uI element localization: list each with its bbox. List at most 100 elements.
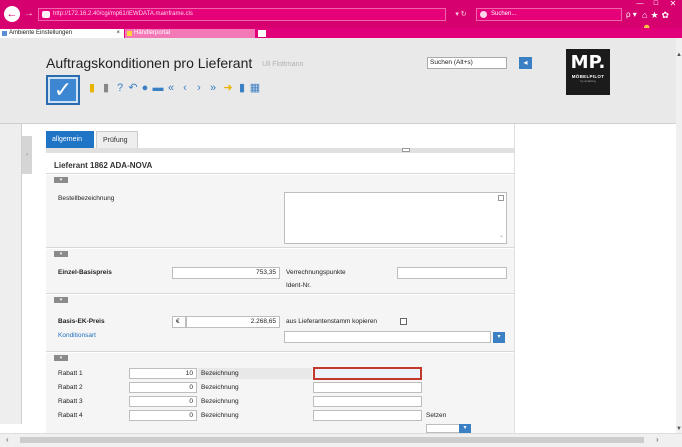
document-icon[interactable]: ▮ — [236, 81, 248, 95]
aus-lieferantenstamm-label: aus Lieferantenstamm kopieren — [286, 318, 378, 325]
home-icon[interactable]: ⌂ — [642, 10, 647, 20]
rabatt-4-input[interactable]: 0 — [129, 410, 197, 421]
undo-icon[interactable]: ↶ — [127, 81, 139, 95]
collapse-icon[interactable]: ▾ — [54, 297, 68, 303]
vertical-scrollbar[interactable]: ▲ ▼ — [676, 38, 682, 433]
tab-favicon — [127, 31, 132, 36]
tab-pruefung[interactable]: Prüfung — [96, 131, 138, 148]
moebelpilot-logo: MP. MÖBELPILOT by amazing — [566, 49, 610, 95]
rabatt-4-bezeichnung-input[interactable] — [313, 410, 422, 421]
browser-search-input[interactable]: Suchen... — [476, 8, 622, 21]
tab-favicon — [2, 31, 7, 36]
refresh-button[interactable]: ▾ ↻ — [448, 8, 474, 21]
scroll-left-icon[interactable]: ‹ — [6, 435, 9, 444]
favorites-icon[interactable]: ★ — [650, 10, 658, 20]
page-title-text: Auftragskonditionen pro Lieferant — [46, 55, 253, 71]
konditionsart-select[interactable] — [284, 331, 491, 343]
scroll-up-icon[interactable]: ▲ — [676, 52, 682, 58]
scroll-right-icon[interactable]: › — [656, 435, 659, 444]
divider — [46, 293, 514, 294]
collapse-icon[interactable]: ▾ — [54, 251, 68, 257]
tab-label: Händlerportal — [134, 30, 171, 36]
rabatt-3-bezeichnung-input[interactable] — [313, 396, 422, 407]
collapse-icon[interactable]: ▾ — [54, 355, 68, 361]
browser-titlebar: ← → http://172.16.2.40/cgi/mp61/IEWDATA.… — [0, 0, 682, 32]
setzen-select[interactable] — [426, 424, 460, 433]
konditionsart-dropdown-button[interactable]: ▾ — [493, 332, 505, 343]
left-panel — [0, 124, 22, 424]
address-bar[interactable]: http://172.16.2.40/cgi/mp61/IEWDATA.main… — [38, 8, 446, 21]
einzel-basispreis-input[interactable]: 753,35 — [172, 267, 280, 279]
aus-lieferantenstamm-checkbox[interactable] — [400, 318, 407, 325]
new-tab-button[interactable] — [258, 30, 266, 37]
tab-allgemein[interactable]: allgemein — [46, 131, 94, 148]
help-icon[interactable]: ? — [114, 81, 126, 95]
bookmark-icon[interactable]: ▮ — [86, 81, 98, 95]
close-window-button[interactable]: ✕ — [668, 0, 678, 8]
form-top-divider — [46, 148, 514, 153]
rabatt-2-bezeichnung-input[interactable] — [313, 382, 422, 393]
page-icon — [42, 11, 50, 18]
divider — [46, 247, 514, 248]
settings-gear-icon[interactable]: ✿ — [662, 10, 670, 20]
basis-ek-preis-input[interactable]: 2.268,65 — [186, 316, 280, 328]
user-name: Uli Flottmann — [262, 60, 304, 68]
maximize-button[interactable]: ☐ — [651, 0, 661, 8]
search-go-icon[interactable]: ρ ▾ — [626, 8, 640, 21]
basis-ek-preis-label: Basis-EK-Preis — [58, 318, 105, 325]
first-icon[interactable]: « — [165, 81, 177, 95]
search-icon[interactable]: ● — [139, 81, 151, 95]
lieferant-heading: Lieferant 1862 ADA-NOVA — [54, 161, 153, 170]
form-area: Lieferant 1862 ADA-NOVA ▾ Bestellbezeich… — [46, 148, 514, 433]
verrechnungspunkte-input[interactable] — [397, 267, 507, 279]
browser-search-placeholder: Suchen... — [491, 11, 517, 17]
confirm-check-button[interactable]: ✓ — [46, 75, 80, 105]
left-panel-toggle[interactable]: › — [22, 136, 32, 174]
browser-tab-ambiente[interactable]: Ambiente Einstellungen × — [0, 29, 124, 38]
section-rabatte — [46, 353, 514, 433]
rabatt-3-bezeichnung-label: Bezeichnung — [201, 398, 239, 405]
next-icon[interactable]: › — [193, 81, 205, 95]
rabatt-2-input[interactable]: 0 — [129, 382, 197, 393]
chevron-down-icon[interactable]: ⌄ — [499, 232, 504, 239]
back-button[interactable]: ← — [4, 6, 20, 22]
konditionsart-link[interactable]: Konditionsart — [58, 332, 96, 339]
horizontal-scrollbar[interactable]: ‹ › — [0, 433, 682, 447]
bestellbezeichnung-textarea[interactable]: ⌄ — [284, 192, 507, 244]
last-icon[interactable]: » — [207, 81, 219, 95]
divider — [46, 173, 514, 174]
ident-nr-label: Ident-Nr. — [286, 282, 311, 289]
search-engine-icon — [480, 11, 487, 18]
rabatt-2-label: Rabatt 2 — [58, 384, 83, 391]
einzel-basispreis-label: Einzel-Basispreis — [58, 269, 112, 276]
setzen-dropdown-button[interactable]: ▾ — [459, 424, 471, 433]
rabatt-3-input[interactable]: 0 — [129, 396, 197, 407]
divider — [46, 351, 514, 352]
currency-field[interactable]: € — [172, 316, 186, 328]
edit-icon[interactable] — [498, 195, 504, 201]
minimize-button[interactable]: — — [635, 0, 645, 8]
tab-close-icon[interactable]: × — [116, 29, 120, 38]
spreadsheet-icon[interactable]: ▦ — [249, 81, 261, 95]
app-search-input[interactable]: Suchen (Alt+s) — [427, 57, 507, 69]
rabatt-1-bezeichnung-input[interactable] — [313, 367, 422, 380]
form-top-checkbox[interactable] — [402, 148, 410, 152]
rabatt-1-input[interactable]: 10 — [129, 368, 197, 379]
browser-tab-haendlerportal[interactable]: Händlerportal — [125, 29, 255, 38]
logo-mark: MP. — [570, 52, 606, 73]
prev-icon[interactable]: ‹ — [179, 81, 191, 95]
arrow-right-icon[interactable]: ➜ — [222, 81, 234, 95]
print-icon[interactable]: ▬ — [152, 81, 164, 95]
trash-icon[interactable]: ▮ — [100, 81, 112, 95]
setzen-label: Setzen — [426, 412, 447, 419]
rabatt-3-label: Rabatt 3 — [58, 398, 83, 405]
browser-tool-icons: ⌂ ★ ✿☻ — [642, 9, 682, 32]
page-title: Auftragskonditionen pro Lieferant Uli Fl… — [46, 55, 303, 71]
bestellbezeichnung-label: Bestellbezeichnung — [58, 195, 115, 202]
collapse-icon[interactable]: ▾ — [54, 177, 68, 183]
forward-button[interactable]: → — [24, 6, 34, 22]
scroll-down-icon[interactable]: ▼ — [676, 426, 682, 432]
scroll-thumb[interactable] — [20, 437, 644, 443]
rabatt-2-bezeichnung-label: Bezeichnung — [201, 384, 239, 391]
app-search-button[interactable]: ◂ — [519, 57, 532, 69]
